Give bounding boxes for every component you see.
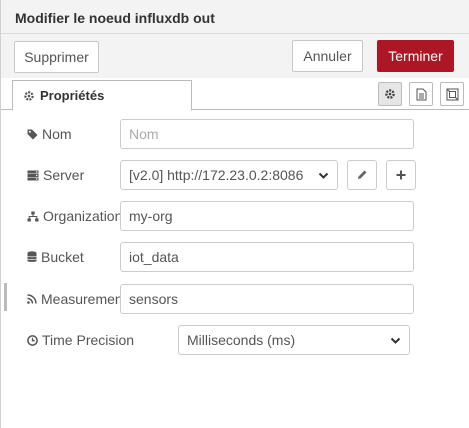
bucket-input[interactable]: iot_data <box>120 242 414 272</box>
cancel-button[interactable]: Annuler <box>292 40 363 72</box>
organization-input[interactable]: my-org <box>120 201 414 231</box>
tag-icon <box>27 129 38 139</box>
name-input[interactable]: Nom <box>120 119 414 149</box>
tray-toolbar: Supprimer Annuler Terminer <box>1 34 469 78</box>
measurement-value: sensors <box>129 291 179 307</box>
bucket-label: Bucket <box>27 242 84 272</box>
tray-header: Modifier le noeud influxdb out <box>1 0 469 34</box>
plus-icon <box>396 170 406 180</box>
done-button[interactable]: Terminer <box>377 40 454 72</box>
measurement-label: Measurement <box>27 284 127 314</box>
server-label: Server <box>27 160 84 190</box>
time-precision-label: Time Precision <box>27 325 134 355</box>
row-measurement: Measurement sensors <box>1 284 469 314</box>
appearance-icon <box>446 88 458 100</box>
gear-icon <box>385 89 395 99</box>
tray-title: Modifier le noeud influxdb out <box>15 10 215 26</box>
tab-settings[interactable] <box>378 82 402 106</box>
resize-handle[interactable] <box>4 283 7 311</box>
tab-properties[interactable]: Propriétés <box>12 80 192 111</box>
tab-appearance[interactable] <box>440 82 464 106</box>
measurement-input[interactable]: sensors <box>120 284 414 314</box>
tab-properties-label: Propriétés <box>40 88 105 103</box>
tabs-bar: Propriétés <box>1 78 469 111</box>
edit-tray: Modifier le noeud influxdb out Supprimer… <box>0 0 469 428</box>
edit-server-button[interactable] <box>347 160 377 190</box>
delete-button[interactable]: Supprimer <box>14 41 99 73</box>
organization-value: my-org <box>129 208 173 224</box>
description-icon <box>416 88 426 100</box>
chevron-down-icon <box>390 337 401 344</box>
database-icon <box>27 251 37 262</box>
add-server-button[interactable] <box>386 160 416 190</box>
time-precision-value: Milliseconds (ms) <box>187 332 296 348</box>
chevron-down-icon <box>318 172 329 179</box>
tab-description[interactable] <box>409 82 433 106</box>
row-time-precision: Time Precision Milliseconds (ms) <box>1 325 469 355</box>
time-precision-select[interactable]: Milliseconds (ms) <box>178 325 410 355</box>
rss-icon <box>27 294 37 304</box>
bucket-value: iot_data <box>129 249 179 265</box>
row-bucket: Bucket iot_data <box>1 242 469 272</box>
server-icon <box>27 170 39 180</box>
clock-icon <box>27 334 38 346</box>
pencil-icon <box>358 170 367 179</box>
sitemap-icon <box>27 211 39 221</box>
organization-label: Organization <box>27 201 122 231</box>
row-name: Nom Nom <box>1 119 469 149</box>
name-label: Nom <box>27 119 72 149</box>
server-value: [v2.0] http://172.23.0.2:8086 <box>129 167 304 183</box>
row-server: Server [v2.0] http://172.23.0.2:8086 <box>1 160 469 190</box>
row-organization: Organization my-org <box>1 201 469 231</box>
gear-icon <box>24 90 34 101</box>
name-placeholder: Nom <box>129 126 159 142</box>
server-select[interactable]: [v2.0] http://172.23.0.2:8086 <box>120 160 338 190</box>
